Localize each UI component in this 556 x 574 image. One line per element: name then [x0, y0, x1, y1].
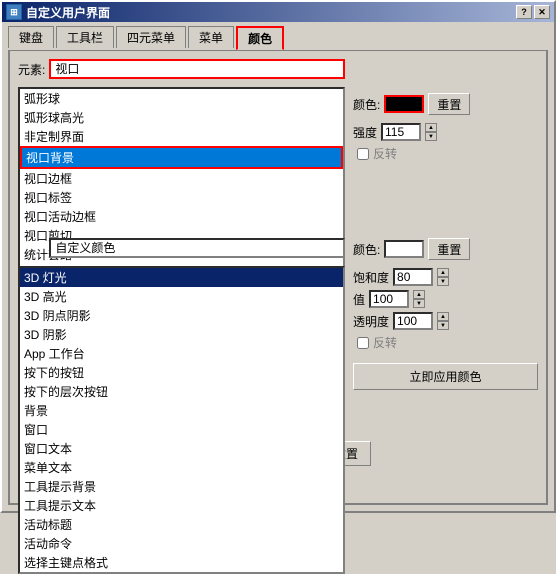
- top-half: 元素: 视口 弧形球 弧形球高光 非定制界面 视口背景 视口边框 视口标: [18, 59, 538, 234]
- color-swatch-bottom[interactable]: [384, 240, 424, 258]
- bottom-listbox-container: 3D 灯光 3D 高光 3D 阴点阴影 3D 阴影 App 工作台 按下的按钮 …: [18, 266, 345, 574]
- tab-bar: 键盘 工具栏 四元菜单 菜单 颜色: [2, 22, 554, 50]
- color-row-top: 颜色: 重置: [353, 93, 538, 115]
- bottom-half: 方案: 自定义颜色 3D 灯光 3D 高光 3D 阴点阴影 3D 阴影 App …: [18, 238, 538, 433]
- value-row: 值 ▲ ▼: [353, 290, 538, 308]
- window-title: 自定义用户界面: [26, 4, 110, 21]
- list-item[interactable]: 菜单文本: [20, 458, 343, 477]
- bottom-listbox[interactable]: 3D 灯光 3D 高光 3D 阴点阴影 3D 阴影 App 工作台 按下的按钮 …: [18, 266, 345, 574]
- list-item[interactable]: 背景: [20, 401, 343, 420]
- value-label: 值: [353, 291, 365, 308]
- list-item[interactable]: 视口活动边框: [20, 207, 343, 226]
- saturation-row: 饱和度 ▲ ▼: [353, 268, 538, 286]
- value-down[interactable]: ▼: [413, 299, 425, 308]
- value-up[interactable]: ▲: [413, 290, 425, 299]
- list-item[interactable]: 3D 阴影: [20, 325, 343, 344]
- window-icon: ⊞: [6, 4, 22, 20]
- element-select-wrapper: 视口: [49, 59, 345, 79]
- reset-button-bottom[interactable]: 重置: [428, 238, 470, 260]
- tab-menu[interactable]: 菜单: [188, 26, 234, 48]
- apply-color-button[interactable]: 立即应用颜色: [353, 363, 538, 390]
- list-item[interactable]: 窗口文本: [20, 439, 343, 458]
- color-row-bottom: 颜色: 重置: [353, 238, 538, 260]
- close-button[interactable]: ✕: [534, 5, 550, 19]
- list-item[interactable]: 视口边框: [20, 169, 343, 188]
- element-label: 元素:: [18, 61, 45, 78]
- list-item[interactable]: 弧形球: [20, 89, 343, 108]
- saturation-input[interactable]: [393, 268, 433, 286]
- opacity-spinner: ▲ ▼: [437, 312, 449, 330]
- reverse-label-top: 反转: [373, 145, 397, 162]
- reverse-checkbox-top[interactable]: [357, 148, 369, 160]
- value-input[interactable]: [369, 290, 409, 308]
- saturation-spinner: ▲ ▼: [437, 268, 449, 286]
- help-button[interactable]: ?: [516, 5, 532, 19]
- list-item[interactable]: 选择主键点格式: [20, 553, 343, 572]
- main-window: ⊞ 自定义用户界面 ? ✕ 键盘 工具栏 四元菜单 菜单 颜色: [0, 0, 556, 513]
- list-item[interactable]: 活动标题: [20, 515, 343, 534]
- list-item[interactable]: 弧形球高光: [20, 108, 343, 127]
- intensity-spinner: ▲ ▼: [425, 123, 437, 141]
- right-top-panel: 颜色: 重置 强度 ▲ ▼ 反转: [353, 59, 538, 234]
- opacity-down[interactable]: ▼: [437, 321, 449, 330]
- element-select[interactable]: 视口: [49, 59, 345, 79]
- title-bar-controls: ? ✕: [516, 5, 550, 19]
- reverse-checkbox-bottom[interactable]: [357, 337, 369, 349]
- right-bottom-panel: 颜色: 重置 饱和度 ▲ ▼ 值 ▲ ▼: [353, 238, 538, 433]
- list-item[interactable]: 3D 高光: [20, 287, 343, 306]
- color-label-bottom: 颜色:: [353, 241, 380, 258]
- list-item[interactable]: 工具提示文本: [20, 496, 343, 515]
- reverse-row-bottom: 反转: [353, 334, 538, 351]
- list-item[interactable]: 窗口: [20, 420, 343, 439]
- left-bottom-panel: 方案: 自定义颜色 3D 灯光 3D 高光 3D 阴点阴影 3D 阴影 App …: [18, 238, 345, 433]
- scheme-select-wrapper: 自定义颜色: [49, 238, 345, 258]
- title-bar-left: ⊞ 自定义用户界面: [6, 4, 110, 21]
- value-spinner: ▲ ▼: [413, 290, 425, 308]
- intensity-input[interactable]: [381, 123, 421, 141]
- intensity-row: 强度 ▲ ▼: [353, 123, 538, 141]
- scheme-select[interactable]: 自定义颜色: [49, 238, 345, 258]
- intensity-label: 强度: [353, 124, 377, 141]
- saturation-down[interactable]: ▼: [437, 277, 449, 286]
- list-item[interactable]: 活动命令: [20, 534, 343, 553]
- scheme-row: 方案: 自定义颜色: [18, 238, 345, 258]
- saturation-label: 饱和度: [353, 269, 389, 286]
- list-item-selected[interactable]: 视口背景: [20, 146, 343, 169]
- list-item[interactable]: 3D 阴点阴影: [20, 306, 343, 325]
- reverse-row-top: 反转: [353, 145, 538, 162]
- opacity-row: 透明度 ▲ ▼: [353, 312, 538, 330]
- color-swatch-top[interactable]: [384, 95, 424, 113]
- tab-content-area: 元素: 视口 弧形球 弧形球高光 非定制界面 视口背景 视口边框 视口标: [8, 50, 548, 505]
- opacity-up[interactable]: ▲: [437, 312, 449, 321]
- list-item[interactable]: 非定制界面: [20, 127, 343, 146]
- title-bar: ⊞ 自定义用户界面 ? ✕: [2, 2, 554, 22]
- list-item[interactable]: 视口标签: [20, 188, 343, 207]
- reset-button-top[interactable]: 重置: [428, 93, 470, 115]
- opacity-label: 透明度: [353, 313, 389, 330]
- tab-toolbar[interactable]: 工具栏: [56, 26, 114, 48]
- intensity-down[interactable]: ▼: [425, 132, 437, 141]
- list-item[interactable]: 按下的层次按钮: [20, 382, 343, 401]
- element-row: 元素: 视口: [18, 59, 345, 79]
- left-top-panel: 元素: 视口 弧形球 弧形球高光 非定制界面 视口背景 视口边框 视口标: [18, 59, 345, 234]
- intensity-up[interactable]: ▲: [425, 123, 437, 132]
- opacity-input[interactable]: [393, 312, 433, 330]
- color-label-top: 颜色:: [353, 96, 380, 113]
- tab-keyboard[interactable]: 键盘: [8, 26, 54, 48]
- tab-color[interactable]: 颜色: [236, 26, 284, 50]
- list-item[interactable]: 工具提示背景: [20, 477, 343, 496]
- list-item-selected[interactable]: 3D 灯光: [20, 268, 343, 287]
- list-item[interactable]: 按下的按钮: [20, 363, 343, 382]
- tab-quad-menu[interactable]: 四元菜单: [116, 26, 186, 48]
- saturation-up[interactable]: ▲: [437, 268, 449, 277]
- list-item[interactable]: App 工作台: [20, 344, 343, 363]
- reverse-label-bottom: 反转: [373, 334, 397, 351]
